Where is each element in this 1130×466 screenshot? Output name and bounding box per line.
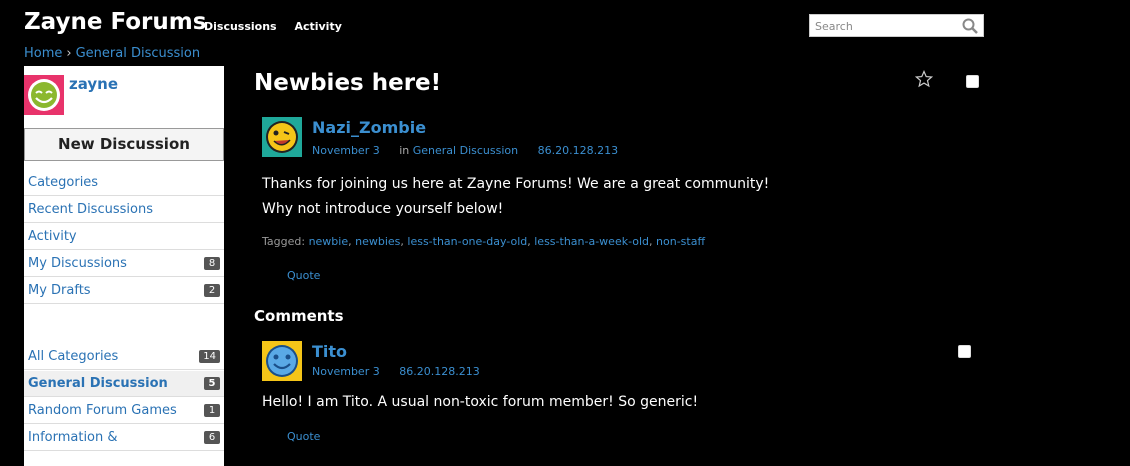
sidebar-item-label: My Discussions xyxy=(28,256,127,271)
count-badge: 5 xyxy=(204,377,220,390)
category-list: All Categories 14 General Discussion 5 Ran… xyxy=(24,344,224,452)
comment-meta: November 3 86.20.128.213 xyxy=(312,365,480,378)
sidebar-item-my-drafts[interactable]: My Drafts 2 xyxy=(24,278,224,304)
post-ip[interactable]: 86.20.128.213 xyxy=(538,144,618,157)
comment-ip[interactable]: 86.20.128.213 xyxy=(399,365,479,378)
sidebar-item-categories[interactable]: Categories xyxy=(24,170,224,196)
commenter-name[interactable]: Tito xyxy=(312,342,347,361)
bookmark-star-icon[interactable] xyxy=(915,70,933,88)
discussion-select-checkbox[interactable] xyxy=(966,75,979,88)
nav-discussions[interactable]: Discussions xyxy=(204,20,277,33)
quote-link[interactable]: Quote xyxy=(287,430,320,443)
site-brand[interactable]: Zayne Forums xyxy=(24,9,206,35)
tag-link[interactable]: newbies xyxy=(355,235,400,248)
count-badge: 6 xyxy=(204,431,220,444)
search-box xyxy=(809,14,984,37)
post-body: Thanks for joining us here at Zayne Foru… xyxy=(262,172,769,222)
post-tags: Tagged: newbie, newbies, less-than-one-d… xyxy=(262,235,706,248)
post-date[interactable]: November 3 xyxy=(312,144,380,157)
sidebar-item-my-discussions[interactable]: My Discussions 8 xyxy=(24,251,224,277)
comment-body: Hello! I am Tito. A usual non-toxic foru… xyxy=(262,394,699,410)
category-item-general-discussion[interactable]: General Discussion 5 xyxy=(24,371,224,397)
in-label: in xyxy=(399,144,410,157)
search-input[interactable] xyxy=(810,16,960,37)
tag-link[interactable]: less-than-a-week-old xyxy=(534,235,649,248)
avatar[interactable] xyxy=(24,75,64,115)
sidebar-item-recent-discussions[interactable]: Recent Discussions xyxy=(24,197,224,223)
quote-link[interactable]: Quote xyxy=(287,269,320,282)
discussion-title: Newbies here! xyxy=(254,70,442,96)
author-name[interactable]: Nazi_Zombie xyxy=(312,118,426,137)
breadcrumb: Home › General Discussion xyxy=(24,46,200,61)
sidebar-item-label: My Drafts xyxy=(28,283,91,298)
tag-link[interactable]: less-than-one-day-old xyxy=(407,235,527,248)
sidebar-item-label: Categories xyxy=(28,175,99,190)
count-badge: 8 xyxy=(204,257,220,270)
post-body-line: Thanks for joining us here at Zayne Foru… xyxy=(262,176,770,192)
sidebar-item-label: Activity xyxy=(28,229,77,244)
category-item-random-forum-games[interactable]: Random Forum Games 1 xyxy=(24,398,224,424)
breadcrumb-separator: › xyxy=(66,46,72,61)
category-item-all[interactable]: All Categories 14 xyxy=(24,344,224,370)
commenter-avatar[interactable] xyxy=(262,341,302,381)
breadcrumb-home[interactable]: Home xyxy=(24,46,62,61)
count-badge: 14 xyxy=(199,350,220,363)
username[interactable]: zayne xyxy=(69,75,118,93)
category-label: Information & xyxy=(28,430,118,445)
search-icon[interactable] xyxy=(961,17,979,35)
sidebar-nav: Categories Recent Discussions Activity M… xyxy=(24,170,224,305)
tag-link[interactable]: newbie xyxy=(309,235,349,248)
sidebar: zayne New Discussion Categories Recent D… xyxy=(24,66,224,466)
post-meta: November 3 in General Discussion 86.20.1… xyxy=(312,144,618,157)
me-box: zayne xyxy=(24,66,224,128)
tagged-label: Tagged: xyxy=(262,235,306,248)
comment-select-checkbox[interactable] xyxy=(958,345,971,358)
nav-activity[interactable]: Activity xyxy=(294,20,341,33)
category-item-information[interactable]: Information & 6 xyxy=(24,425,224,451)
breadcrumb-category[interactable]: General Discussion xyxy=(76,46,201,61)
count-badge: 2 xyxy=(204,284,220,297)
comment-date[interactable]: November 3 xyxy=(312,365,380,378)
tag-link[interactable]: non-staff xyxy=(656,235,705,248)
author-avatar[interactable] xyxy=(262,117,302,157)
category-label: Random Forum Games xyxy=(28,403,177,418)
comments-heading: Comments xyxy=(254,307,344,325)
post-category[interactable]: General Discussion xyxy=(413,144,518,157)
new-discussion-button[interactable]: New Discussion xyxy=(24,128,224,161)
category-label: General Discussion xyxy=(28,376,168,391)
category-label: All Categories xyxy=(28,349,119,364)
count-badge: 1 xyxy=(204,404,220,417)
top-nav: Discussions Activity xyxy=(204,20,356,33)
sidebar-item-label: Recent Discussions xyxy=(28,202,153,217)
post-body-line: Why not introduce yourself below! xyxy=(262,201,504,217)
sidebar-item-activity[interactable]: Activity xyxy=(24,224,224,250)
